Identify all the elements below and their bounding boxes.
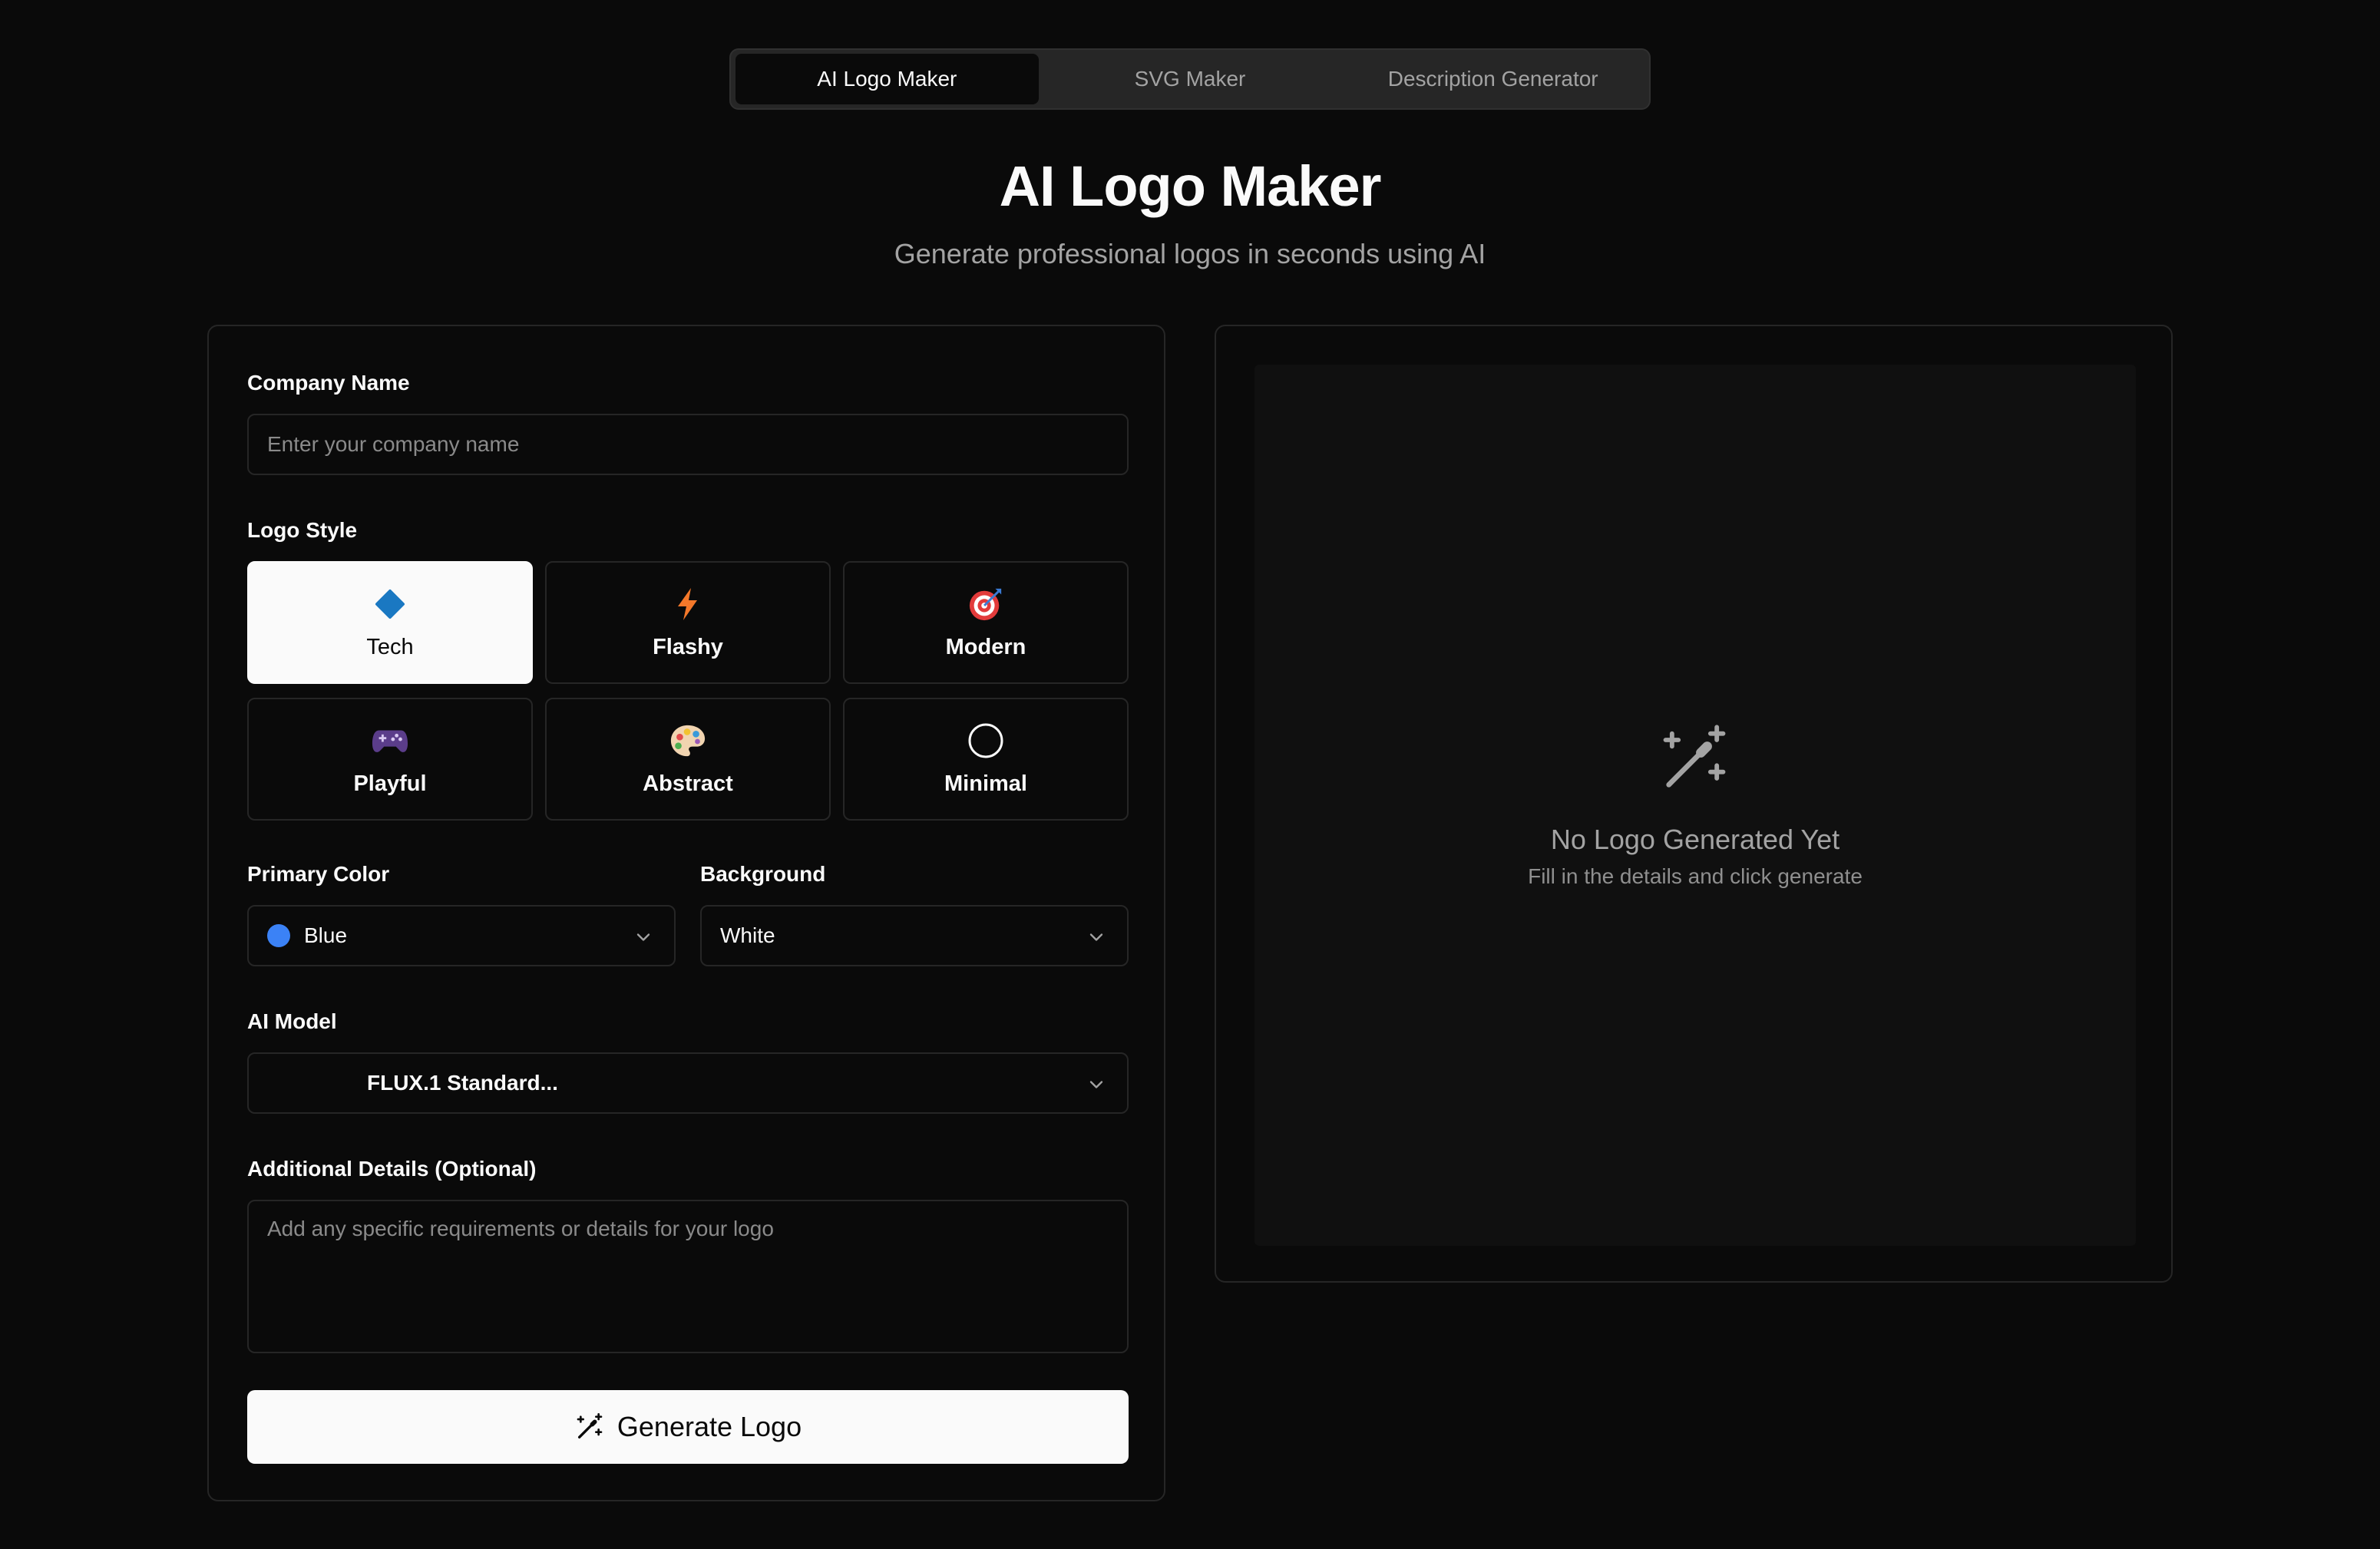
chevron-down-icon xyxy=(1089,933,1103,941)
style-option-label: Modern xyxy=(945,634,1026,659)
tab-ai-logo-maker[interactable]: AI Logo Maker xyxy=(735,54,1039,104)
generate-logo-label: Generate Logo xyxy=(616,1411,802,1442)
primary-color-value: Blue xyxy=(304,923,348,947)
ai-model-value: FLUX.1 Standard... xyxy=(367,1071,558,1095)
chevron-down-icon xyxy=(1089,1081,1103,1088)
logo-style-grid: Tech Flashy Modern Playful Abstract Mini… xyxy=(247,561,1129,821)
ai-model-label: AI Model xyxy=(247,1009,337,1033)
background-value: White xyxy=(720,923,775,947)
chevron-down-icon xyxy=(636,933,650,941)
style-option-flashy[interactable]: Flashy xyxy=(545,561,831,684)
magic-wand-icon xyxy=(1663,725,1726,788)
primary-color-label: Primary Color xyxy=(247,862,390,886)
company-name-input[interactable]: Enter your company name xyxy=(247,414,1129,475)
style-option-label: Tech xyxy=(366,634,414,659)
additional-details-label: Additional Details (Optional) xyxy=(247,1157,537,1181)
page-title: AI Logo Maker xyxy=(999,154,1382,218)
background-select[interactable]: White xyxy=(700,905,1129,966)
style-option-modern[interactable]: Modern xyxy=(843,561,1129,684)
primary-color-select[interactable]: Blue xyxy=(247,905,676,966)
lightning-icon xyxy=(669,586,706,623)
style-option-tech[interactable]: Tech xyxy=(247,561,533,684)
empty-state-title: No Logo Generated Yet xyxy=(1550,824,1840,855)
style-option-label: Abstract xyxy=(643,771,733,796)
circle-icon xyxy=(967,722,1004,759)
style-option-label: Minimal xyxy=(944,771,1027,796)
tab-svg-maker[interactable]: SVG Maker xyxy=(1039,54,1342,104)
style-option-label: Flashy xyxy=(653,634,723,659)
style-option-label: Playful xyxy=(353,771,427,796)
tab-description-generator[interactable]: Description Generator xyxy=(1341,54,1645,104)
tool-tabs: AI Logo Maker SVG Maker Description Gene… xyxy=(729,48,1651,110)
target-icon xyxy=(967,586,1004,623)
logo-preview-card: No Logo Generated Yet Fill in the detail… xyxy=(1215,325,2173,1283)
background-label: Background xyxy=(700,862,826,886)
page-subtitle: Generate professional logos in seconds u… xyxy=(894,238,1486,269)
logo-style-label: Logo Style xyxy=(247,518,358,542)
additional-details-textarea[interactable]: Add any specific requirements or details… xyxy=(247,1200,1129,1353)
app-root: AI Logo Maker SVG Maker Description Gene… xyxy=(0,0,2380,1549)
color-swatch xyxy=(267,924,290,947)
ai-model-select[interactable]: FLUX.1 Standard... xyxy=(247,1052,1129,1114)
palette-icon xyxy=(669,722,706,759)
empty-state-subtitle: Fill in the details and click generate xyxy=(1528,864,1863,888)
style-option-minimal[interactable]: Minimal xyxy=(843,698,1129,821)
logo-form-card: Company Name Enter your company name Log… xyxy=(207,325,1165,1501)
generate-logo-button[interactable]: Generate Logo xyxy=(247,1390,1129,1464)
company-name-label: Company Name xyxy=(247,371,410,395)
magic-wand-icon xyxy=(577,1413,603,1438)
style-option-abstract[interactable]: Abstract xyxy=(545,698,831,821)
diamond-icon xyxy=(372,586,408,623)
game-controller-icon xyxy=(372,722,408,759)
logo-preview-area: No Logo Generated Yet Fill in the detail… xyxy=(1254,365,2136,1246)
style-option-playful[interactable]: Playful xyxy=(247,698,533,821)
